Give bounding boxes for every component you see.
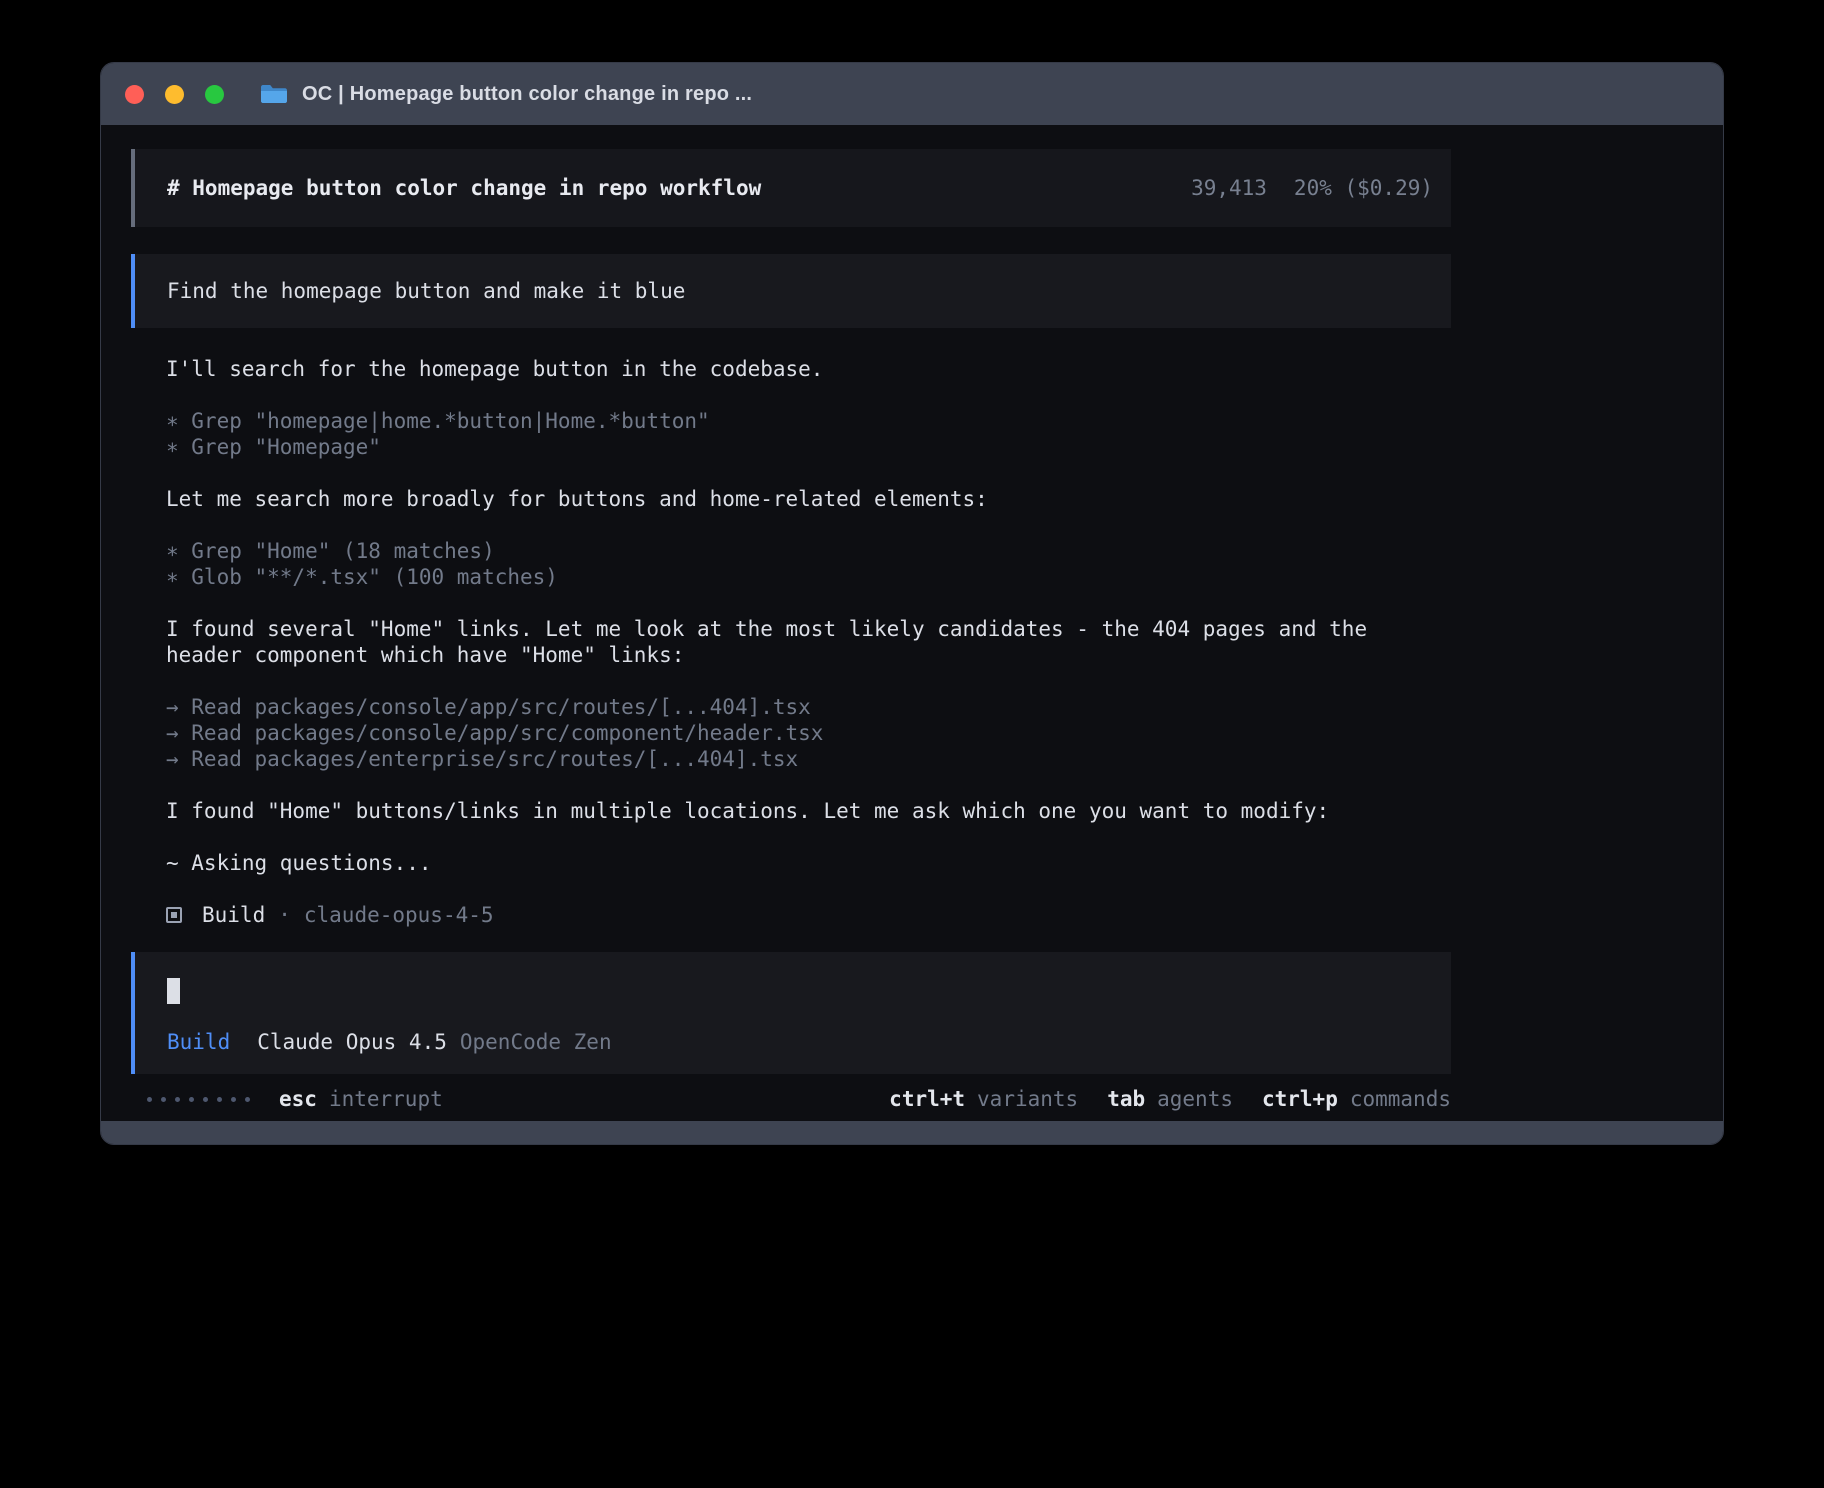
folder-icon <box>260 83 288 105</box>
build-agent-icon <box>166 907 182 923</box>
assistant-text: I'll search for the homepage button in t… <box>166 356 1431 382</box>
agent-separator: · <box>278 902 291 928</box>
shortcut-label: commands <box>1350 1086 1451 1112</box>
assistant-text: I found several "Home" links. Let me loo… <box>166 616 1431 668</box>
window-controls <box>125 85 224 104</box>
status-bar: esc interrupt ctrl+t variants tab agents… <box>131 1086 1451 1112</box>
shortcut-label: variants <box>977 1086 1078 1112</box>
tool-call-read: → Read packages/console/app/src/routes/[… <box>166 694 1431 720</box>
shortcut-commands: ctrl+p commands <box>1262 1086 1451 1112</box>
token-count: 39,413 <box>1191 175 1267 201</box>
session-header: # Homepage button color change in repo w… <box>131 149 1451 227</box>
terminal-window: OC | Homepage button color change in rep… <box>100 62 1724 1145</box>
tool-call-read: → Read packages/console/app/src/componen… <box>166 720 1431 746</box>
tool-call-glob: ∗ Glob "**/*.tsx" (100 matches) <box>166 564 1431 590</box>
shortcut-key: ctrl+p <box>1262 1086 1338 1112</box>
model-label[interactable]: Claude Opus 4.5 <box>257 1029 447 1055</box>
mode-label[interactable]: Build <box>167 1029 230 1055</box>
tool-call-grep: ∗ Grep "homepage|home.*button|Home.*butt… <box>166 408 1431 434</box>
esc-label: interrupt <box>329 1086 443 1112</box>
esc-key-hint: esc <box>279 1086 317 1112</box>
status-asking-questions: ~ Asking questions... <box>166 850 1431 876</box>
text-cursor <box>167 978 180 1004</box>
shortcut-agents: tab agents <box>1107 1086 1233 1112</box>
activity-dots-icon <box>147 1097 250 1102</box>
shortcut-hints: ctrl+t variants tab agents ctrl+p comman… <box>889 1086 1451 1112</box>
shortcut-label: agents <box>1157 1086 1233 1112</box>
shortcut-variants: ctrl+t variants <box>889 1086 1078 1112</box>
provider-label: OpenCode Zen <box>460 1029 612 1055</box>
zoom-button[interactable] <box>205 85 224 104</box>
prompt-input[interactable]: Build Claude Opus 4.5 OpenCode Zen <box>131 952 1451 1074</box>
shortcut-key: tab <box>1107 1086 1145 1112</box>
user-message-text: Find the homepage button and make it blu… <box>167 278 685 304</box>
window-bottom-chrome <box>101 1121 1723 1144</box>
tool-call-read: → Read packages/enterprise/src/routes/[.… <box>166 746 1431 772</box>
assistant-text: Let me search more broadly for buttons a… <box>166 486 1431 512</box>
terminal-content: # Homepage button color change in repo w… <box>101 125 1723 1121</box>
assistant-transcript: I'll search for the homepage button in t… <box>131 356 1451 876</box>
minimize-button[interactable] <box>165 85 184 104</box>
session-stats: 39,413 20% ($0.29) <box>1191 175 1433 201</box>
window-title: OC | Homepage button color change in rep… <box>302 83 752 106</box>
close-button[interactable] <box>125 85 144 104</box>
user-message: Find the homepage button and make it blu… <box>131 254 1451 328</box>
shortcut-key: ctrl+t <box>889 1086 965 1112</box>
agent-name: Build <box>202 902 265 928</box>
session-title: # Homepage button color change in repo w… <box>167 175 1191 201</box>
agent-status: Build · claude-opus-4-5 <box>131 902 1451 928</box>
window-titlebar[interactable]: OC | Homepage button color change in rep… <box>101 63 1723 125</box>
tool-call-grep: ∗ Grep "Homepage" <box>166 434 1431 460</box>
agent-model: claude-opus-4-5 <box>304 902 494 928</box>
assistant-text: I found "Home" buttons/links in multiple… <box>166 798 1431 824</box>
context-usage: 20% ($0.29) <box>1294 175 1433 201</box>
tool-call-grep: ∗ Grep "Home" (18 matches) <box>166 538 1431 564</box>
